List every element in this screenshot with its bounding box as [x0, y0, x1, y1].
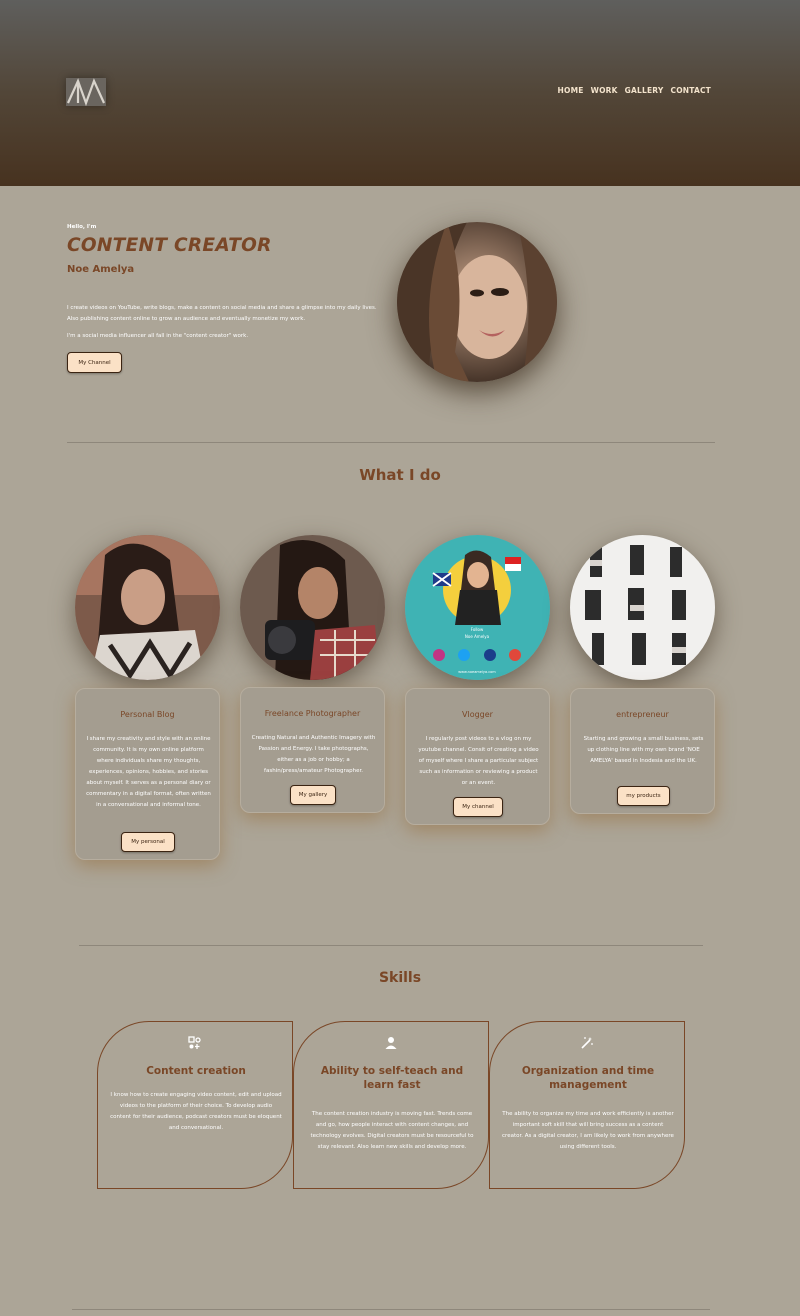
section-divider — [72, 1309, 710, 1310]
service-card-vlogger: Vlogger I regularly post videos to a vlo… — [405, 688, 550, 825]
skill-card-content-creation: Content creation I know how to create en… — [97, 1021, 293, 1189]
vlogger-poster-url: www.noeamelya.com — [458, 670, 496, 674]
hero-portrait — [397, 222, 557, 382]
my-channel-button[interactable]: My Channel — [67, 352, 122, 373]
card-title: Personal Blog — [120, 710, 175, 719]
card-text: I share my creativity and style with an … — [86, 736, 211, 808]
what-i-do-title: What I do — [359, 466, 441, 484]
entrepreneur-photo — [570, 535, 715, 680]
skill-title: Ability to self-teach and learn fast — [320, 1065, 464, 1091]
vlogger-poster-handle: Noe Amelya — [465, 634, 490, 639]
skill-text: The content creation industry is moving … — [310, 1111, 474, 1150]
personal-blog-photo — [75, 535, 220, 680]
logo[interactable] — [66, 78, 106, 106]
card-text: I regularly post videos to a vlog on my … — [418, 736, 539, 786]
nav-work[interactable]: WORK — [591, 86, 618, 95]
logo-icon — [66, 78, 106, 106]
vlogger-poster-follow: Follow — [471, 627, 484, 632]
my-products-button[interactable]: my products — [617, 786, 670, 806]
card-text: Creating Natural and Authentic Imagery w… — [251, 735, 376, 774]
my-personal-button[interactable]: My personal — [121, 832, 175, 852]
nav-contact[interactable]: CONTACT — [670, 86, 711, 95]
card-title: Vlogger — [462, 710, 493, 719]
my-gallery-button[interactable]: My gallery — [290, 785, 336, 805]
hero-description: I create videos on YouTube, write blogs,… — [67, 305, 377, 322]
nav-home[interactable]: HOME — [558, 86, 584, 95]
skill-title: Content creation — [146, 1065, 246, 1077]
card-title: Freelance Photographer — [264, 709, 361, 718]
hero-name: Noe Amelya — [67, 264, 135, 275]
section-divider — [67, 442, 715, 443]
site-header: HOME WORK GALLERY CONTACT — [0, 0, 800, 186]
service-card-photographer: Freelance Photographer Creating Natural … — [240, 687, 385, 813]
hero-greeting: Hello, I'm — [67, 224, 97, 230]
card-title: entrepreneur — [616, 710, 669, 719]
skill-text: The ability to organize my time and work… — [502, 1111, 674, 1150]
music-app-icon — [98, 1036, 292, 1050]
photographer-photo — [240, 535, 385, 680]
skills-title: Skills — [378, 970, 422, 986]
skill-card-organization: Organization and time management The abi… — [489, 1021, 685, 1189]
skill-card-self-teach: Ability to self-teach and learn fast The… — [293, 1021, 489, 1189]
skill-text: I know how to create engaging video cont… — [110, 1092, 282, 1131]
card-text: Starting and growing a small business, s… — [583, 736, 704, 764]
section-divider — [79, 945, 703, 946]
magic-wand-icon — [490, 1036, 684, 1050]
my-channel-card-button[interactable]: My channel — [453, 797, 503, 817]
skill-title: Organization and time management — [521, 1065, 655, 1091]
service-card-personal-blog: Personal Blog I share my creativity and … — [75, 688, 220, 860]
hero-title: CONTENT CREATOR — [67, 235, 272, 256]
nav-gallery[interactable]: GALLERY — [625, 86, 664, 95]
main-nav: HOME WORK GALLERY CONTACT — [558, 86, 711, 95]
vlogger-photo: Follow Noe Amelya www.noeamelya.com — [405, 535, 550, 680]
hero-description-2: I'm a social media influencer all fall i… — [67, 333, 249, 339]
service-card-entrepreneur: entrepreneur Starting and growing a smal… — [570, 688, 715, 814]
person-icon — [294, 1036, 488, 1050]
